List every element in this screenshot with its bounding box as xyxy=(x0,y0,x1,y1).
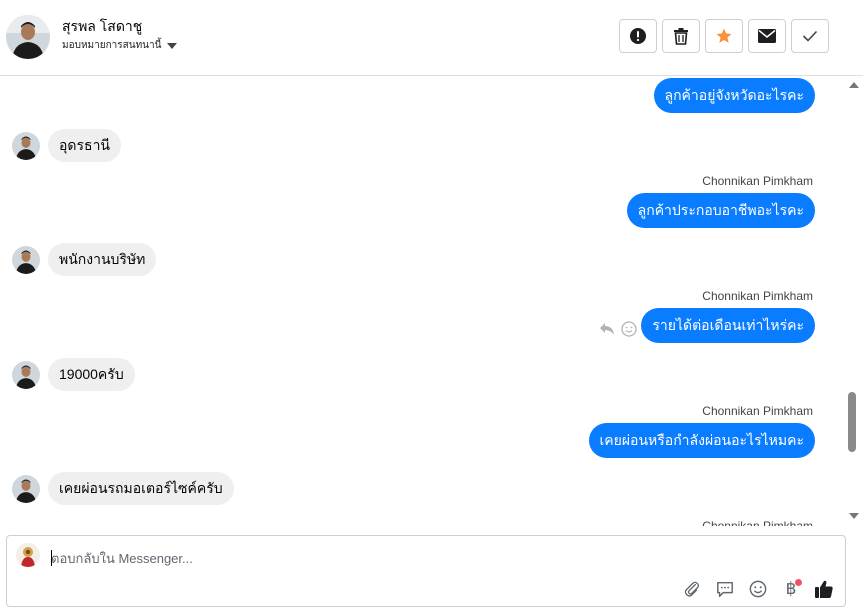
envelope-icon xyxy=(758,29,776,43)
like-button[interactable] xyxy=(813,578,835,600)
incoming-message-row: 19000ครับ xyxy=(12,358,135,391)
notification-dot xyxy=(795,579,802,586)
mark-unread-button[interactable] xyxy=(748,19,786,53)
text-cursor xyxy=(51,550,52,566)
spam-button[interactable] xyxy=(619,19,657,53)
assign-label: มอบหมายการสนทนานี้ xyxy=(62,40,162,51)
message-thread[interactable]: ลูกค้าอยู่จังหวัดอะไรคะ อุดรธานี Chonnik… xyxy=(0,77,845,532)
emoji-icon xyxy=(749,580,767,598)
attachment-icon xyxy=(684,581,700,597)
message-hover-tools xyxy=(599,321,637,337)
sender-name: Chonnikan Pimkham xyxy=(702,174,813,188)
outgoing-message[interactable]: ลูกค้าอยู่จังหวัดอะไรคะ xyxy=(653,78,815,113)
payment-button[interactable]: ฿ xyxy=(780,578,802,600)
message-composer: ฿ xyxy=(6,535,846,607)
done-button[interactable] xyxy=(791,19,829,53)
check-icon xyxy=(802,30,818,42)
saved-replies-icon xyxy=(717,581,733,597)
saved-replies-button[interactable] xyxy=(714,578,736,600)
contact-avatar xyxy=(12,131,40,160)
emoji-button[interactable] xyxy=(747,578,769,600)
trash-icon xyxy=(674,28,688,45)
emoji-react-icon[interactable] xyxy=(621,321,637,337)
assign-conversation-dropdown[interactable]: มอบหมายการสนทนานี้ xyxy=(62,38,178,53)
star-icon xyxy=(716,28,732,43)
incoming-message[interactable]: อุดรธานี xyxy=(48,129,121,162)
header-actions xyxy=(619,19,829,53)
contact-avatar[interactable] xyxy=(6,15,50,59)
thread-scrollbar[interactable] xyxy=(845,77,863,532)
contact-avatar xyxy=(12,360,40,389)
incoming-message-row: อุดรธานี xyxy=(12,129,121,162)
contact-name[interactable]: สุรพล โสดาชู xyxy=(62,16,142,38)
delete-button[interactable] xyxy=(662,19,700,53)
page-avatar xyxy=(16,543,40,567)
incoming-message[interactable]: 19000ครับ xyxy=(48,358,135,391)
incoming-message-row: พนักงานบริษัท xyxy=(12,243,157,276)
composer-tools: ฿ xyxy=(681,578,835,600)
scroll-up-arrow-icon[interactable] xyxy=(849,82,859,88)
scrollbar-thumb[interactable] xyxy=(848,392,856,452)
incoming-message[interactable]: พนักงานบริษัท xyxy=(48,243,157,276)
star-button[interactable] xyxy=(705,19,743,53)
outgoing-message[interactable]: รายได้ต่อเดือนเท่าไหร่คะ xyxy=(641,308,815,343)
contact-avatar xyxy=(12,245,40,274)
contact-avatar xyxy=(12,474,40,503)
sender-name: Chonnikan Pimkham xyxy=(702,289,813,303)
sender-name: Chonnikan Pimkham xyxy=(702,404,813,418)
scroll-down-arrow-icon[interactable] xyxy=(849,513,859,519)
attach-button[interactable] xyxy=(681,578,703,600)
conversation-header: สุรพล โสดาชู มอบหมายการสนทนานี้ xyxy=(0,0,863,76)
sender-name: Chonnikan Pimkham xyxy=(702,520,813,526)
outgoing-message[interactable]: เคยผ่อนหรือกำลังผ่อนอะไรไหมคะ xyxy=(588,423,815,458)
caret-down-icon xyxy=(167,42,178,49)
outgoing-message[interactable]: ลูกค้าประกอบอาชีพอะไรคะ xyxy=(626,193,815,228)
incoming-message[interactable]: เคยผ่อนรถมอเตอร์ไซค์ครับ xyxy=(48,472,234,505)
like-icon xyxy=(815,580,833,598)
reply-icon[interactable] xyxy=(599,322,615,336)
incoming-message-row: เคยผ่อนรถมอเตอร์ไซค์ครับ xyxy=(12,472,234,505)
alert-icon xyxy=(630,28,646,44)
reply-input[interactable] xyxy=(51,548,751,568)
